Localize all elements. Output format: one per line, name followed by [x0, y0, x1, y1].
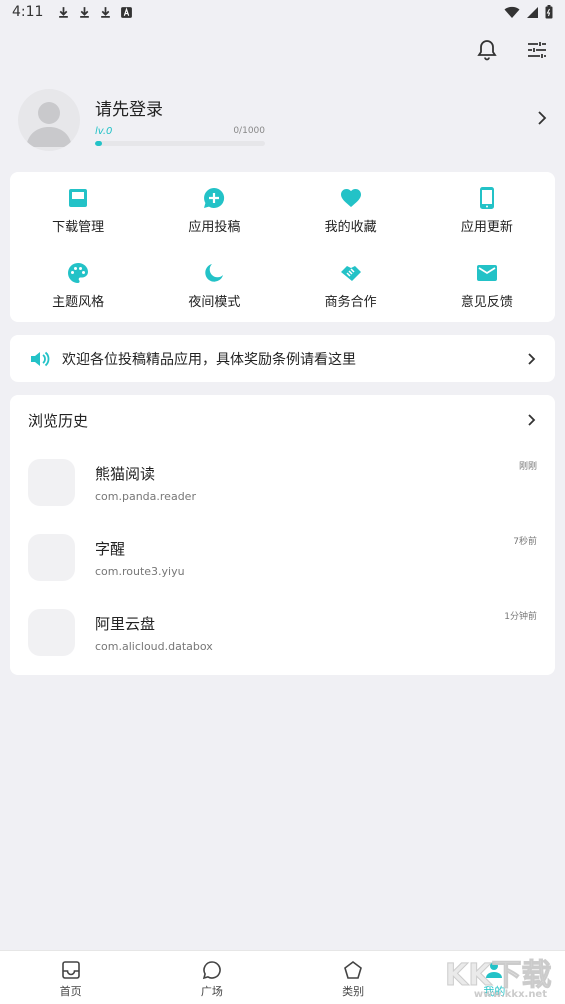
- phone-icon: [479, 187, 494, 209]
- chevron-right-icon: [528, 414, 536, 426]
- menu-label: 下载管理: [52, 220, 105, 235]
- menu-item-theme[interactable]: 主题风格: [10, 247, 146, 322]
- history-card: 浏览历史 熊猫阅读 com.panda.reader 刚刚 字醒 com.rou…: [10, 395, 555, 675]
- download-icon: [101, 6, 111, 18]
- app-icon-placeholder: [28, 534, 75, 581]
- sliders-icon: [528, 42, 546, 58]
- menu-item-app-submit[interactable]: 应用投稿: [146, 172, 282, 247]
- chevron-right-icon: [528, 352, 536, 365]
- download-icon: [80, 6, 90, 18]
- heart-icon: [340, 189, 361, 207]
- menu-label: 应用更新: [460, 220, 513, 235]
- signal-icon: [527, 6, 538, 18]
- menu-label: 商务合作: [324, 295, 377, 310]
- app-visit-time: 1分钟前: [504, 612, 537, 622]
- menu-item-favorites[interactable]: 我的收藏: [283, 172, 419, 247]
- pentagon-icon: [344, 961, 363, 979]
- inbox-icon: [69, 189, 88, 207]
- nav-label: 广场: [200, 985, 223, 998]
- app-name: 熊猫阅读: [95, 464, 156, 483]
- home-inbox-icon: [61, 961, 80, 979]
- menu-label: 意见反馈: [460, 295, 513, 310]
- notice-text: 欢迎各位投稿精品应用，具体奖励条例请看这里: [62, 351, 356, 368]
- level-row: lv.0 0/1000: [95, 126, 265, 137]
- exp-value: 0/1000: [233, 125, 265, 136]
- add-comment-icon: [204, 187, 225, 208]
- speaker-icon: [31, 351, 50, 366]
- app-name: 字醒: [95, 539, 126, 558]
- notification-button[interactable]: [475, 38, 499, 62]
- level-label: lv.0: [95, 125, 113, 137]
- settings-button[interactable]: [525, 38, 549, 62]
- app-package: com.panda.reader: [95, 489, 196, 503]
- history-title: 浏览历史: [28, 411, 89, 430]
- menu-item-feedback[interactable]: 意见反馈: [419, 247, 555, 322]
- menu-label: 我的收藏: [324, 220, 377, 235]
- app-name: 阿里云盘: [95, 614, 156, 633]
- download-icon: [59, 6, 69, 18]
- nav-category[interactable]: 类别: [283, 951, 424, 1004]
- history-item[interactable]: 熊猫阅读 com.panda.reader 刚刚: [10, 445, 555, 520]
- bell-icon: [477, 40, 497, 61]
- app-visit-time: 7秒前: [513, 537, 537, 547]
- nav-mine[interactable]: 我的: [424, 951, 565, 1004]
- chat-bubble-icon: [202, 961, 221, 980]
- app-info: 字醒 com.route3.yiyu: [95, 538, 185, 578]
- menu-item-download-manager[interactable]: 下载管理: [10, 172, 146, 247]
- status-left: 4:11: [12, 4, 133, 20]
- menu-item-night-mode[interactable]: 夜间模式: [146, 247, 282, 322]
- menu-label: 应用投稿: [188, 220, 241, 235]
- app-visit-time: 刚刚: [518, 462, 537, 472]
- handshake-icon: [340, 266, 361, 281]
- notice-banner[interactable]: 欢迎各位投稿精品应用，具体奖励条例请看这里: [10, 335, 555, 382]
- history-header[interactable]: 浏览历史: [10, 395, 555, 445]
- nav-label: 类别: [342, 985, 365, 998]
- menu-label: 主题风格: [52, 295, 105, 310]
- nav-home[interactable]: 首页: [0, 951, 141, 1004]
- app-package: com.route3.yiyu: [95, 564, 185, 578]
- app-info: 熊猫阅读 com.panda.reader: [95, 463, 196, 503]
- battery-icon: [545, 5, 553, 19]
- exp-progress-bar: [95, 140, 265, 146]
- nav-label: 我的: [483, 985, 506, 998]
- menu-grid: 下载管理 应用投稿 我的收藏 应用更新 主题风格 夜间模式 商务合作 意见反馈: [10, 172, 555, 322]
- status-bar: 4:11: [0, 0, 565, 24]
- default-avatar-icon: [26, 102, 72, 147]
- app-package: com.alicloud.databox: [95, 639, 213, 653]
- bottom-nav: 首页 广场 类别 我的: [0, 950, 565, 1004]
- nav-label: 首页: [59, 985, 82, 998]
- menu-label: 夜间模式: [188, 295, 241, 310]
- menu-item-business[interactable]: 商务合作: [283, 247, 419, 322]
- top-actions: [475, 38, 549, 62]
- history-item[interactable]: 阿里云盘 com.alicloud.databox 1分钟前: [10, 595, 555, 670]
- status-time: 4:11: [12, 4, 44, 20]
- palette-icon: [68, 263, 89, 283]
- menu-card: 下载管理 应用投稿 我的收藏 应用更新 主题风格 夜间模式 商务合作 意见反馈: [10, 172, 555, 322]
- status-right: [504, 5, 553, 19]
- login-prompt[interactable]: 请先登录: [95, 95, 265, 120]
- exp-progress-fill: [95, 140, 102, 146]
- chevron-right-icon[interactable]: [536, 110, 548, 130]
- person-icon: [486, 962, 503, 978]
- mail-icon: [476, 265, 497, 281]
- moon-icon: [205, 264, 224, 282]
- profile-section[interactable]: 请先登录 lv.0 0/1000: [18, 88, 548, 152]
- avatar[interactable]: [18, 89, 80, 151]
- app-notification-icon: [121, 6, 133, 18]
- app-icon-placeholder: [28, 459, 75, 506]
- app-icon-placeholder: [28, 609, 75, 656]
- app-info: 阿里云盘 com.alicloud.databox: [95, 613, 213, 653]
- menu-item-app-update[interactable]: 应用更新: [419, 172, 555, 247]
- profile-info: 请先登录 lv.0 0/1000: [95, 95, 265, 146]
- nav-square[interactable]: 广场: [141, 951, 282, 1004]
- wifi-icon: [504, 6, 520, 18]
- history-item[interactable]: 字醒 com.route3.yiyu 7秒前: [10, 520, 555, 595]
